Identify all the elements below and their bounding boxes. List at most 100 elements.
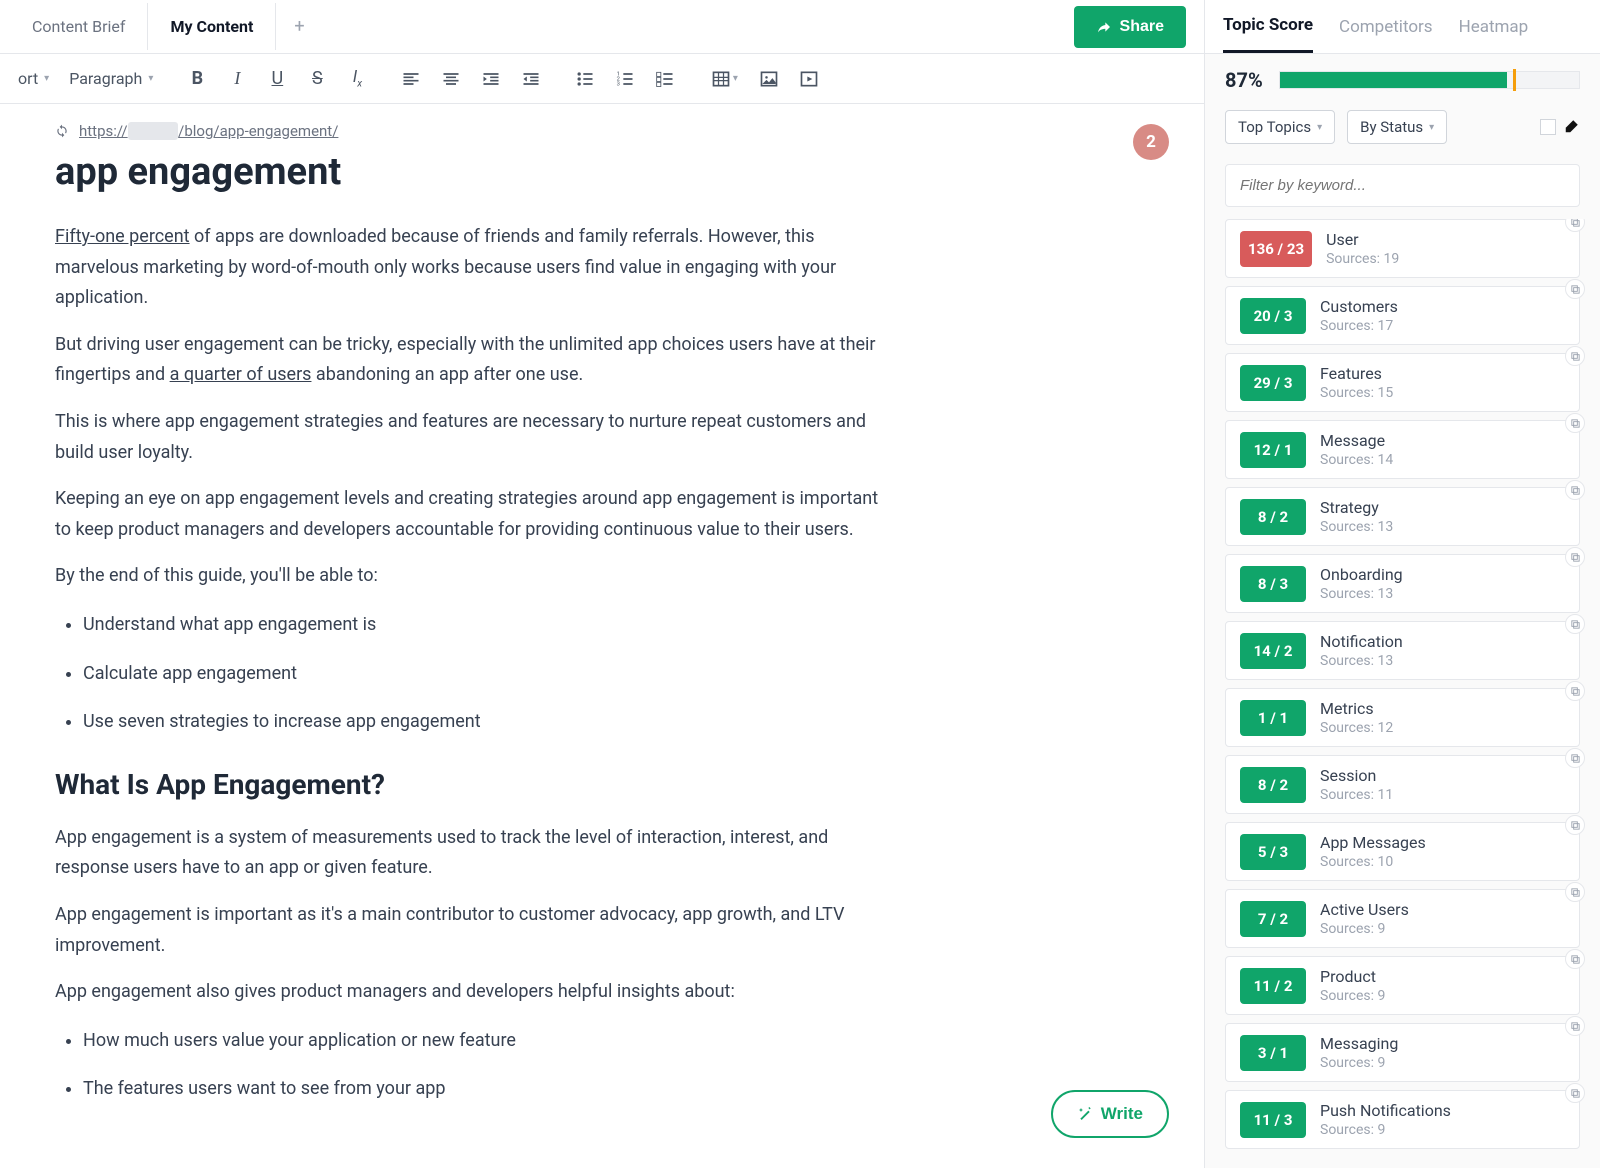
topic-name: Customers [1320, 297, 1398, 316]
topic-badge: 11 / 2 [1240, 968, 1306, 1004]
share-icon [1096, 19, 1112, 35]
copy-icon[interactable] [1565, 480, 1585, 500]
copy-icon[interactable] [1565, 681, 1585, 701]
bullet-list-button[interactable] [567, 61, 603, 97]
number-list-button[interactable]: 123 [607, 61, 643, 97]
tab-heatmap[interactable]: Heatmap [1459, 2, 1529, 52]
italic-button[interactable]: I [219, 61, 255, 97]
topic-name: Product [1320, 967, 1385, 986]
topic-name: Session [1320, 766, 1393, 785]
topic-card[interactable]: 8 / 2SessionSources: 11 [1225, 755, 1580, 814]
align-left-button[interactable] [393, 61, 429, 97]
topic-card[interactable]: 29 / 3FeaturesSources: 15 [1225, 353, 1580, 412]
score-row: 87% [1205, 54, 1600, 106]
copy-icon[interactable] [1565, 1016, 1585, 1036]
topic-sources: Sources: 15 [1320, 385, 1393, 401]
topic-card[interactable]: 8 / 2StrategySources: 13 [1225, 487, 1580, 546]
topic-card[interactable]: 11 / 3Push NotificationsSources: 9 [1225, 1090, 1580, 1149]
topic-card[interactable]: 20 / 3CustomersSources: 17 [1225, 286, 1580, 345]
topic-badge: 14 / 2 [1240, 633, 1306, 669]
topic-card[interactable]: 8 / 3OnboardingSources: 13 [1225, 554, 1580, 613]
copy-icon[interactable] [1565, 815, 1585, 835]
topic-sources: Sources: 14 [1320, 452, 1393, 468]
table-button[interactable]: ▾ [701, 61, 747, 97]
copy-icon[interactable] [1565, 1083, 1585, 1103]
write-button[interactable]: Write [1051, 1090, 1169, 1138]
keyword-filter [1225, 164, 1580, 207]
video-button[interactable] [791, 61, 827, 97]
by-status-select[interactable]: By Status▾ [1347, 110, 1447, 144]
topic-name: Onboarding [1320, 565, 1403, 584]
topic-badge: 7 / 2 [1240, 901, 1306, 937]
image-button[interactable] [751, 61, 787, 97]
top-topics-select[interactable]: Top Topics▾ [1225, 110, 1335, 144]
topic-sources: Sources: 9 [1320, 1055, 1398, 1071]
copy-icon[interactable] [1565, 614, 1585, 634]
heading-2[interactable]: What Is App Engagement? [55, 768, 1149, 801]
clear-format-button[interactable]: Ix [339, 61, 375, 97]
topic-card[interactable]: 5 / 3App MessagesSources: 10 [1225, 822, 1580, 881]
url-link[interactable]: https://████/blog/app-engagement/ [79, 122, 338, 140]
topic-card[interactable]: 136 / 23UserSources: 19 [1225, 219, 1580, 278]
list-item[interactable]: Use seven strategies to increase app eng… [83, 707, 913, 738]
highlight-checkbox[interactable] [1540, 119, 1556, 135]
topic-name: Active Users [1320, 900, 1409, 919]
topic-badge: 12 / 1 [1240, 432, 1306, 468]
topic-name: Message [1320, 431, 1393, 450]
magic-wand-icon [1077, 1106, 1093, 1122]
format-select-2[interactable]: Paragraph▾ [61, 63, 161, 94]
list-item[interactable]: The features users want to see from your… [83, 1074, 913, 1105]
score-fill [1280, 72, 1507, 88]
underline-button[interactable]: U [259, 61, 295, 97]
tab-competitors[interactable]: Competitors [1339, 2, 1433, 52]
topic-card[interactable]: 11 / 2ProductSources: 9 [1225, 956, 1580, 1015]
topic-card[interactable]: 3 / 1 Messaging Sources: 9 [1225, 1023, 1580, 1082]
topic-card[interactable]: 12 / 1 Message Sources: 14 [1225, 420, 1580, 479]
copy-icon[interactable] [1565, 413, 1585, 433]
strike-button[interactable]: S [299, 61, 335, 97]
page-title[interactable]: app engagement [55, 150, 1149, 194]
keyword-filter-input[interactable] [1226, 165, 1579, 206]
list-item[interactable]: Understand what app engagement is [83, 610, 913, 641]
topic-name: User [1326, 230, 1399, 249]
bold-button[interactable]: B [179, 61, 215, 97]
align-center-button[interactable] [433, 61, 469, 97]
topic-sources: Sources: 19 [1326, 251, 1399, 267]
topic-sources: Sources: 9 [1320, 921, 1409, 937]
list-item[interactable]: How much users value your application or… [83, 1026, 913, 1057]
copy-icon[interactable] [1565, 346, 1585, 366]
tab-topic-score[interactable]: Topic Score [1223, 0, 1313, 53]
copy-icon[interactable] [1565, 547, 1585, 567]
checklist-button[interactable] [647, 61, 683, 97]
refresh-icon[interactable] [55, 124, 69, 138]
sidebar-tabs: Topic Score Competitors Heatmap [1205, 0, 1600, 54]
share-button[interactable]: Share [1074, 6, 1186, 48]
topic-sources: Sources: 13 [1320, 519, 1393, 535]
top-tabs: Content Brief My Content + Share [0, 0, 1204, 54]
outdent-button[interactable] [513, 61, 549, 97]
topic-badge: 20 / 3 [1240, 298, 1306, 334]
format-select-1[interactable]: ort▾ [10, 63, 57, 94]
topic-name: Notification [1320, 632, 1403, 651]
topic-card[interactable]: 14 / 2NotificationSources: 13 [1225, 621, 1580, 680]
topic-card[interactable]: 1 / 1MetricsSources: 12 [1225, 688, 1580, 747]
copy-icon[interactable] [1565, 882, 1585, 902]
indent-button[interactable] [473, 61, 509, 97]
list-item[interactable]: Calculate app engagement [83, 659, 913, 690]
content-body[interactable]: Fifty-one percent of apps are downloaded… [55, 222, 1149, 1105]
topic-badge: 3 / 1 [1240, 1035, 1306, 1071]
copy-icon[interactable] [1565, 949, 1585, 969]
copy-icon[interactable] [1565, 219, 1585, 232]
filters-row: Top Topics▾ By Status▾ [1205, 106, 1600, 158]
copy-icon[interactable] [1565, 748, 1585, 768]
topic-sources: Sources: 11 [1320, 787, 1393, 803]
add-tab-button[interactable]: + [276, 2, 322, 51]
editor-area[interactable]: https://████/blog/app-engagement/ 2 app … [0, 104, 1204, 1168]
tab-content-brief[interactable]: Content Brief [10, 3, 148, 50]
topic-name: Metrics [1320, 699, 1393, 718]
copy-icon[interactable] [1565, 279, 1585, 299]
topic-name: Messaging [1320, 1034, 1398, 1053]
tab-my-content[interactable]: My Content [148, 3, 276, 50]
topic-card[interactable]: 7 / 2 Active Users Sources: 9 [1225, 889, 1580, 948]
revision-badge[interactable]: 2 [1133, 124, 1169, 160]
